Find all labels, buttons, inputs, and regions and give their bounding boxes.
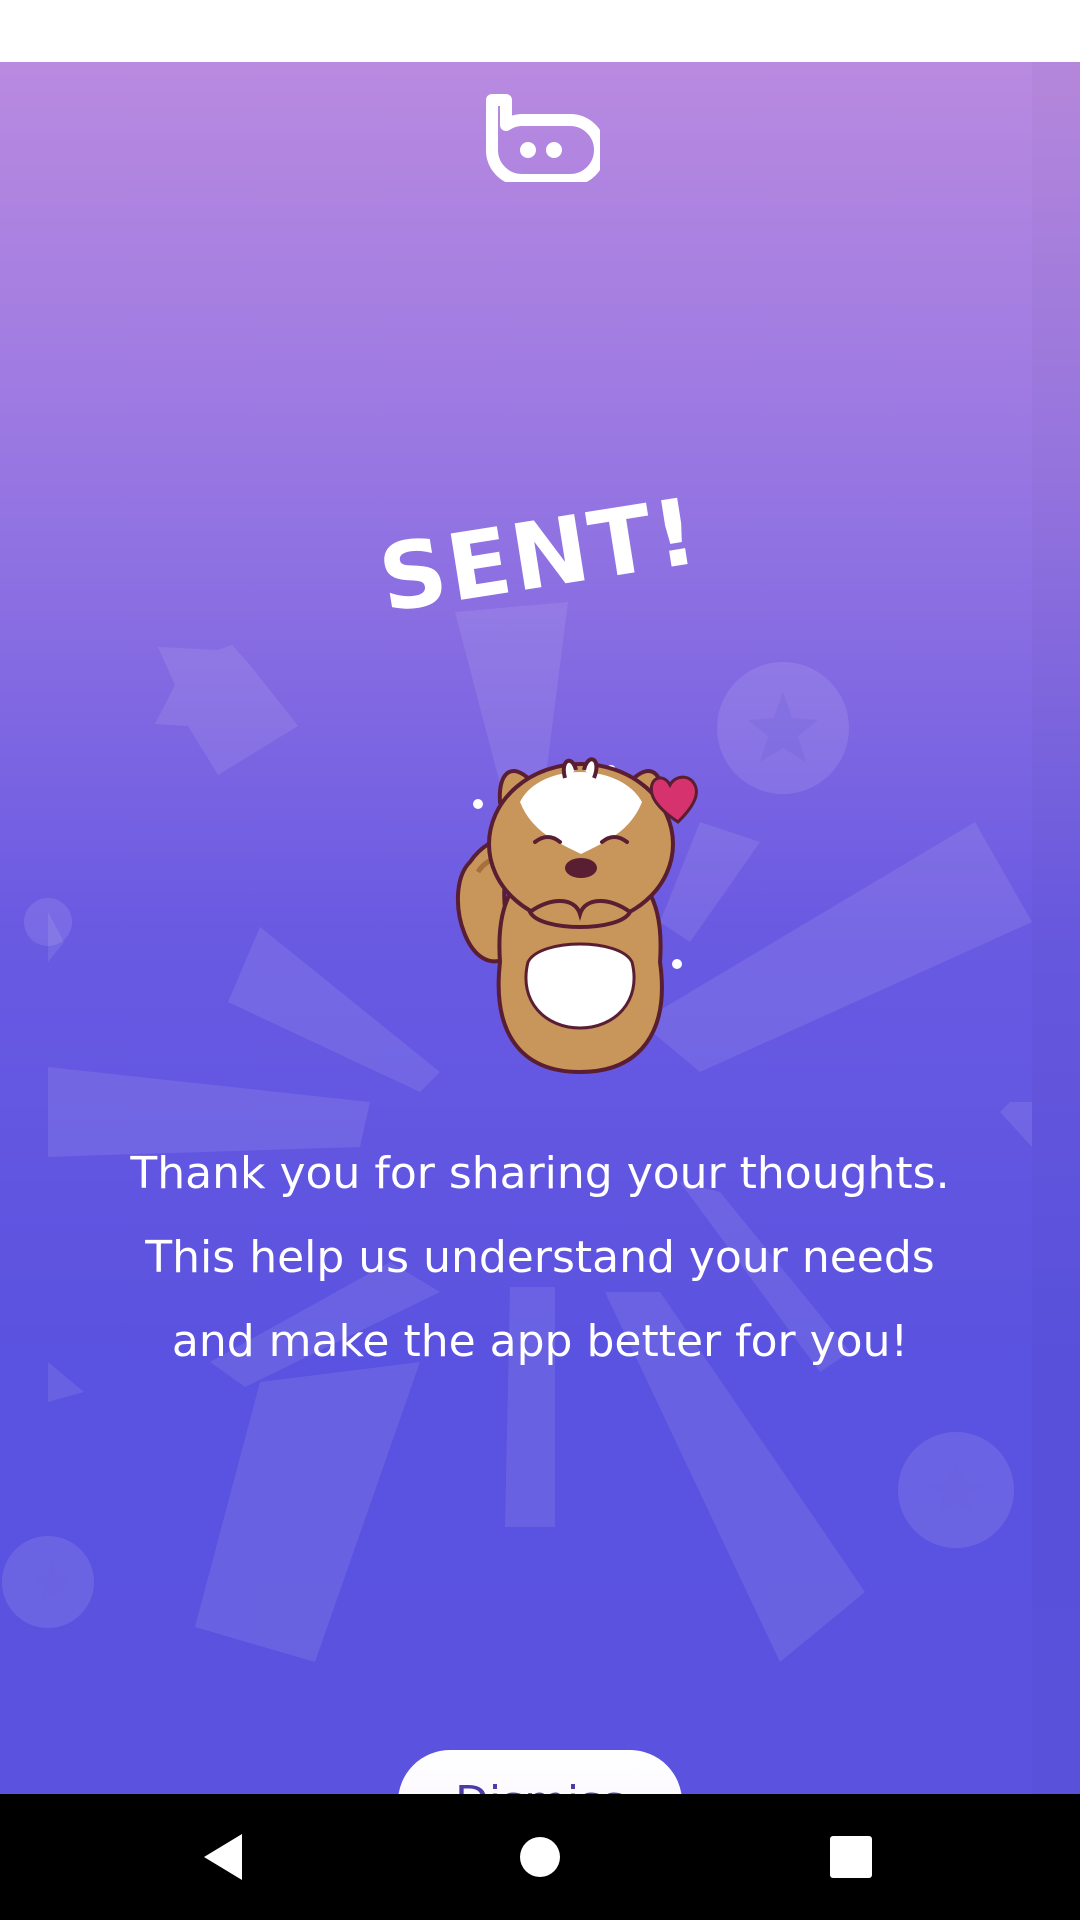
- feedback-sent-screen: SENT! Thank you for sharing your thought…: [0, 62, 1080, 1794]
- recents-square-icon[interactable]: [818, 1824, 884, 1890]
- status-bar: [0, 0, 1080, 62]
- squirrel-mascot-illustration: [455, 757, 698, 1075]
- system-navigation-bar: [0, 1794, 1080, 1920]
- app-logo-icon: [486, 94, 600, 182]
- dismiss-button[interactable]: Dismiss: [398, 1750, 682, 1794]
- home-circle-icon[interactable]: [507, 1824, 573, 1890]
- back-triangle-icon[interactable]: [192, 1824, 258, 1890]
- thank-you-message: Thank you for sharing your thoughts. Thi…: [130, 1148, 950, 1367]
- app-root: SENT! Thank you for sharing your thought…: [0, 0, 1080, 1920]
